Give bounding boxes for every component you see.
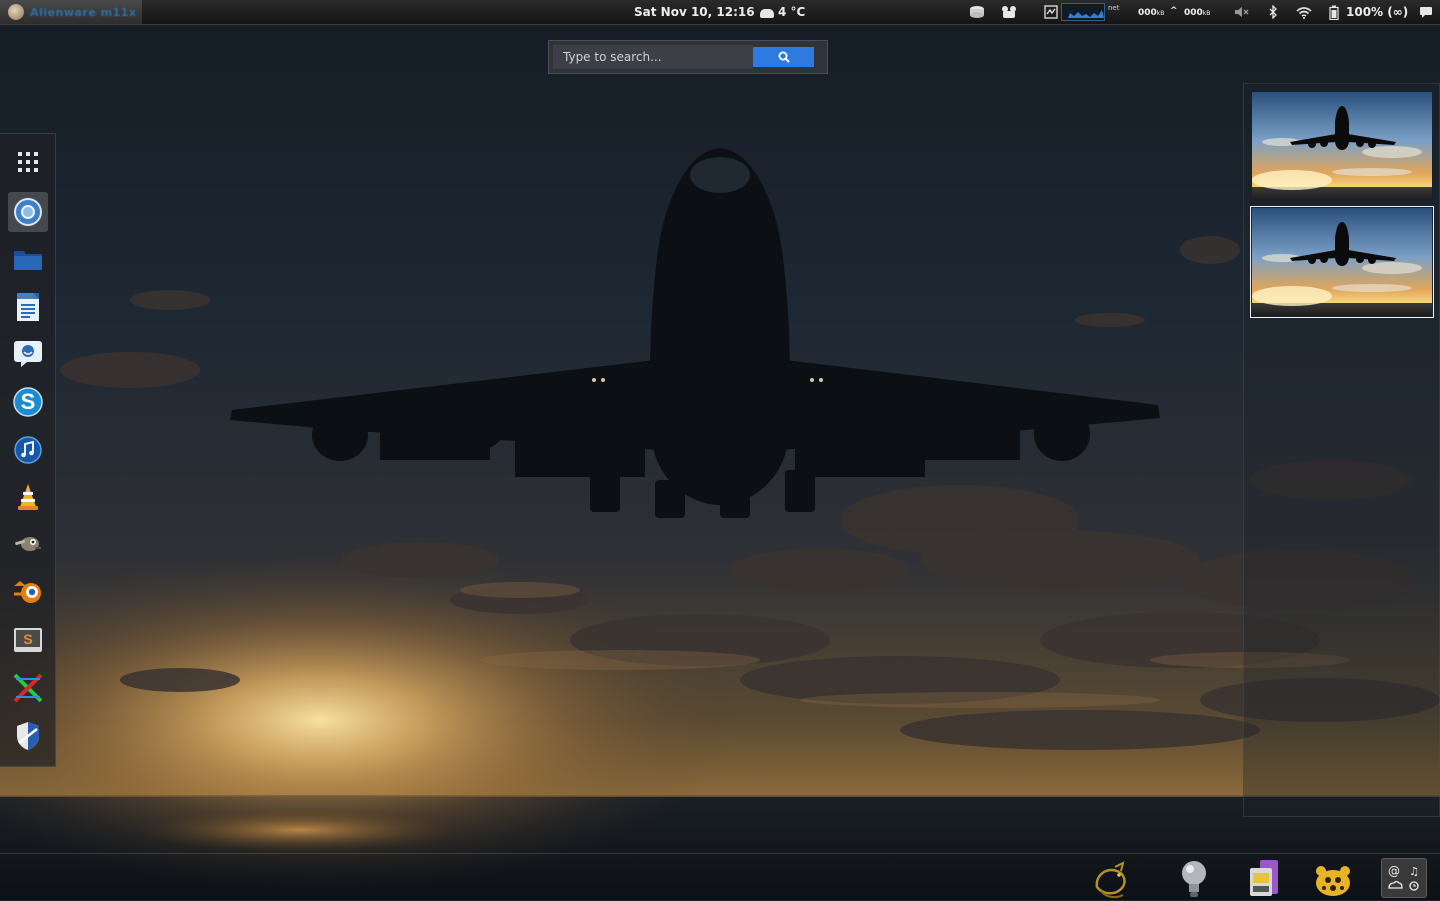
messages-icon[interactable] <box>1416 0 1436 24</box>
cloud-icon <box>760 8 774 18</box>
app-logo-icon <box>8 4 24 20</box>
wifi-icon[interactable] <box>1294 0 1314 24</box>
files-icon[interactable] <box>8 240 48 280</box>
status-widget-icon[interactable]: @ ♫ <box>1381 858 1427 898</box>
system-monitor-icon[interactable] <box>1041 0 1061 24</box>
text-editor-icon[interactable] <box>8 287 48 327</box>
top-panel: Alienware m11x Sat Nov 10, 12:16 4 °C ne… <box>0 0 1440 25</box>
gimp-icon[interactable] <box>8 524 48 564</box>
app-grid-icon[interactable] <box>8 142 48 182</box>
paw-icon[interactable] <box>1311 857 1355 901</box>
app-launcher: S S <box>0 133 56 767</box>
network-graph-icon[interactable] <box>1061 3 1105 21</box>
bottom-panel: @ ♫ <box>0 853 1440 900</box>
crossover-icon[interactable] <box>8 668 48 708</box>
search-icon <box>778 51 790 63</box>
workspace-switcher <box>1243 83 1440 817</box>
lightbulb-icon[interactable] <box>1172 857 1216 901</box>
weather-temperature: 4 °C <box>778 5 806 19</box>
svg-text:S: S <box>23 631 32 647</box>
chromium-icon[interactable] <box>8 192 48 232</box>
shield-icon[interactable] <box>8 716 48 756</box>
volume-muted-icon[interactable] <box>1232 0 1252 24</box>
applet-icon[interactable] <box>998 0 1020 24</box>
bluetooth-icon[interactable] <box>1264 0 1282 24</box>
workspace-thumbnail-2[interactable] <box>1250 206 1434 318</box>
net-label: net <box>1108 4 1120 12</box>
dragon-icon[interactable] <box>1089 857 1133 901</box>
active-app-name: Alienware m11x <box>30 5 137 19</box>
search-input[interactable] <box>553 45 753 69</box>
svg-text:♫: ♫ <box>1409 865 1419 878</box>
workspace-thumbnail-1[interactable] <box>1252 92 1432 200</box>
clock[interactable]: Sat Nov 10, 12:16 <box>634 5 755 19</box>
search-button[interactable] <box>753 47 814 67</box>
skype-icon[interactable]: S <box>8 382 48 422</box>
search-box <box>548 40 828 74</box>
battery-icon[interactable] <box>1326 0 1342 24</box>
drive-icon[interactable] <box>966 0 988 24</box>
sd-card-icon[interactable] <box>1242 857 1286 901</box>
net-download-rate: 000kB <box>1138 8 1165 18</box>
vlc-icon[interactable] <box>8 477 48 517</box>
net-upload-rate: 000kB <box>1184 8 1211 18</box>
active-app-menu[interactable]: Alienware m11x <box>0 0 142 24</box>
blender-icon[interactable] <box>8 572 48 612</box>
svg-text:@: @ <box>1388 864 1400 878</box>
desktop-wallpaper <box>0 0 1440 900</box>
battery-percentage: 100% (∞) <box>1346 5 1409 19</box>
sublime-text-icon[interactable]: S <box>8 620 48 660</box>
net-up-arrow-icon: ^ <box>1170 6 1178 16</box>
itunes-icon[interactable] <box>8 430 48 470</box>
svg-text:S: S <box>21 389 36 414</box>
weather-indicator[interactable]: 4 °C <box>760 5 805 19</box>
chat-icon[interactable] <box>8 334 48 374</box>
